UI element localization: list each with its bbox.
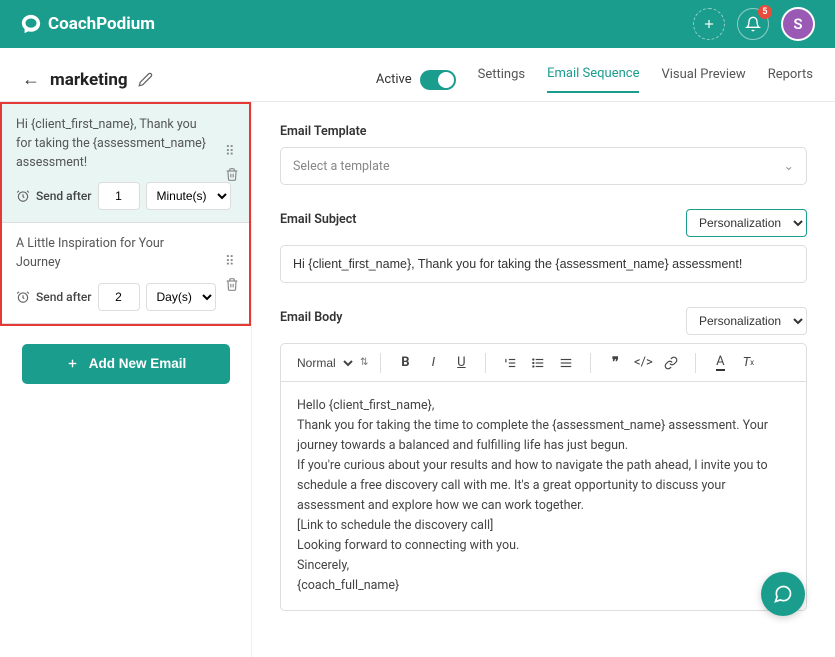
email-list: Hi {client_first_name}, Thank you for ta… [0,102,251,326]
back-arrow-icon[interactable]: ← [22,69,40,90]
chat-icon [773,584,793,604]
email-card-title: Hi {client_first_name}, Thank you for ta… [16,116,235,172]
code-button[interactable]: </> [631,351,655,375]
email-card-title: A Little Inspiration for Your Journey [16,235,235,273]
editor-toolbar: Normal ⇅ B I U [281,344,806,382]
avatar[interactable]: S [781,7,815,41]
align-icon [559,356,573,370]
ordered-list-button[interactable] [498,351,522,375]
unordered-list-icon [531,356,545,370]
delay-unit-select[interactable]: Day(s) [146,283,216,311]
chevron-updown-icon: ⇅ [360,357,368,368]
subheader: ← marketing Active Settings Email Sequen… [0,48,835,102]
drag-handle-icon[interactable]: ⠿ [225,145,239,160]
page-title: marketing [50,70,128,90]
align-button[interactable] [554,351,578,375]
brand-name: CoachPodium [48,14,155,34]
breadcrumb: ← marketing [22,69,153,90]
text-color-button[interactable]: A [708,351,732,375]
delay-value-input[interactable] [98,182,140,210]
chevron-down-icon: ⌄ [784,158,794,174]
plus-icon [66,357,79,370]
add-new-email-button[interactable]: Add New Email [22,344,230,384]
tab-email-sequence[interactable]: Email Sequence [547,66,639,93]
subject-section: Email Subject Personalization [280,209,807,283]
sidebar: Hi {client_first_name}, Thank you for ta… [0,102,252,657]
card-icons: ⠿ [225,255,239,292]
clock-icon [16,290,30,304]
send-after-row: Send after Day(s) [16,283,235,311]
rich-text-editor: Normal ⇅ B I U [280,343,807,611]
bell-icon [745,16,761,32]
subject-input[interactable] [280,245,807,283]
body-section: Email Body Personalization Normal ⇅ B I … [280,307,807,611]
card-icons: ⠿ [225,145,239,182]
body-label: Email Body [280,310,342,325]
editor-body[interactable]: Hello {client_first_name}, Thank you for… [281,382,806,610]
italic-button[interactable]: I [421,351,445,375]
header-actions: 5 S [693,7,815,41]
send-after-row: Send after Minute(s) [16,182,235,210]
unordered-list-button[interactable] [526,351,550,375]
tab-visual-preview[interactable]: Visual Preview [661,67,745,92]
content: Email Template Select a template ⌄ Email… [252,102,835,657]
active-toggle-group: Active [376,70,456,90]
separator [380,353,381,373]
separator [590,353,591,373]
link-icon [664,356,678,370]
active-toggle[interactable] [420,70,456,90]
email-card[interactable]: A Little Inspiration for Your Journey ⠿ … [2,223,249,324]
personalization-select-subject[interactable]: Personalization [686,209,807,237]
tabs-row: Active Settings Email Sequence Visual Pr… [376,66,813,93]
delay-unit-select[interactable]: Minute(s) [146,182,231,210]
main: Hi {client_first_name}, Thank you for ta… [0,102,835,657]
plus-icon [702,17,716,31]
underline-button[interactable]: U [449,351,473,375]
drag-handle-icon[interactable]: ⠿ [225,255,239,270]
tab-reports[interactable]: Reports [768,67,813,92]
app-header: CoachPodium 5 S [0,0,835,48]
tab-settings[interactable]: Settings [478,67,525,92]
active-label: Active [376,72,412,87]
separator [485,353,486,373]
trash-icon[interactable] [225,278,239,292]
send-after-label: Send after [36,189,92,203]
send-after-label: Send after [36,290,92,304]
quote-button[interactable]: ❞ [603,351,627,375]
template-label: Email Template [280,124,807,139]
template-select[interactable]: Select a template ⌄ [280,147,807,185]
template-placeholder: Select a template [293,159,390,174]
email-card[interactable]: Hi {client_first_name}, Thank you for ta… [2,104,249,223]
edit-icon[interactable] [138,72,153,87]
delay-value-input[interactable] [98,283,140,311]
notifications-button[interactable]: 5 [737,8,769,40]
link-button[interactable] [659,351,683,375]
template-section: Email Template Select a template ⌄ [280,124,807,185]
notification-badge: 5 [758,5,772,19]
add-button[interactable] [693,8,725,40]
format-select[interactable]: Normal [293,355,356,371]
clear-format-button[interactable]: Tx [736,351,760,375]
help-fab[interactable] [761,572,805,616]
separator [695,353,696,373]
logo-icon [20,13,42,35]
brand-logo: CoachPodium [20,13,155,35]
personalization-select-body[interactable]: Personalization [686,307,807,335]
ordered-list-icon [503,356,517,370]
bold-button[interactable]: B [393,351,417,375]
clock-icon [16,189,30,203]
add-email-label: Add New Email [89,356,187,371]
trash-icon[interactable] [225,168,239,182]
subject-label: Email Subject [280,212,357,227]
